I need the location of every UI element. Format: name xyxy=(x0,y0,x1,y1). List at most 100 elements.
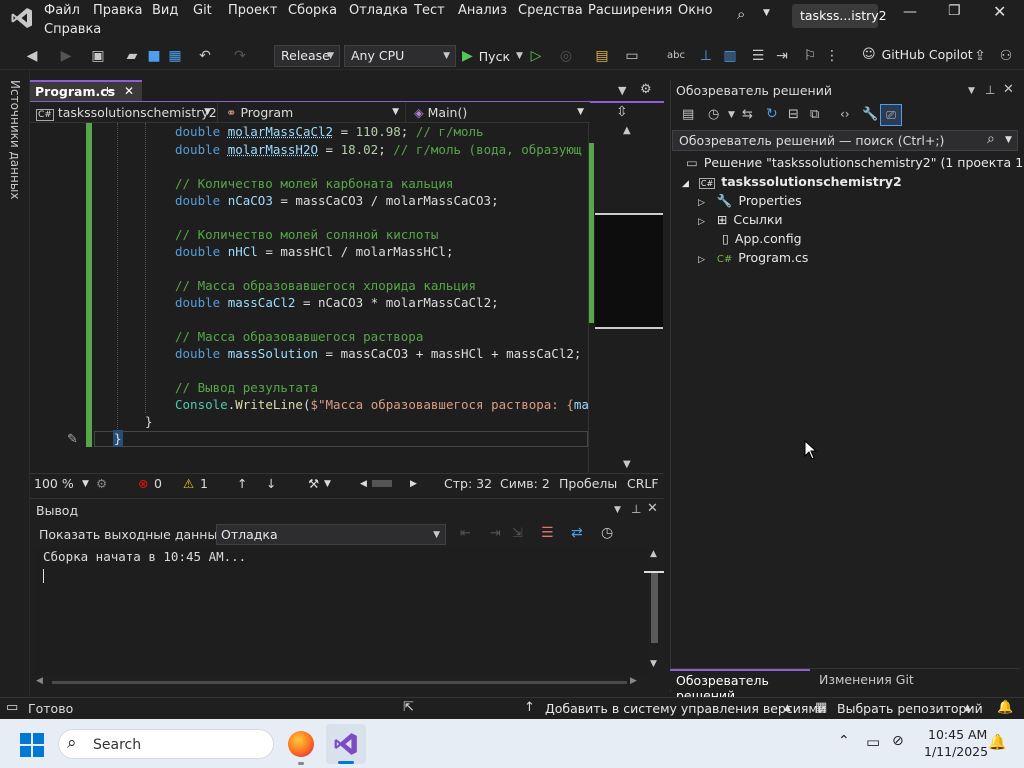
menu-project[interactable]: Проект xyxy=(228,3,277,18)
code-line-3[interactable]: double nCaCO3 = massCaCO3 / molarMassCaC… xyxy=(175,192,499,209)
save-icon[interactable]: ■ xyxy=(144,46,164,66)
code-line-6[interactable]: double massSolution = massCaCO3 + massHC… xyxy=(175,345,581,362)
code-line-5[interactable]: double massCaCl2 = nCaCO3 * molarMassCaC… xyxy=(175,294,499,311)
indentation-mode[interactable]: Пробелы xyxy=(559,476,617,491)
minimap-scrollbar[interactable]: ▲ ▼ xyxy=(588,123,664,473)
code-line-comment-5[interactable]: // Вывод результата xyxy=(175,379,318,396)
close-tab-icon[interactable]: ✕ xyxy=(124,82,134,101)
tree-solution[interactable]: ▭ Решение "taskssolutionschemistry2" (1 п… xyxy=(686,155,1024,170)
data-sources-tab[interactable]: Источники данных xyxy=(8,80,22,199)
nav-class-select[interactable]: ⚭ Program ▼ xyxy=(220,103,406,122)
chevron-up-icon[interactable]: ▲ xyxy=(964,703,971,713)
github-copilot-button[interactable]: ☺ GitHub Copilot xyxy=(862,47,973,62)
taskbar-visual-studio-button[interactable] xyxy=(326,724,366,764)
code-line-brace-1[interactable]: } xyxy=(145,413,153,430)
tab-solution-explorer[interactable]: Обозреватель решений xyxy=(670,669,810,703)
error-icon[interactable]: ⊗ xyxy=(138,476,148,491)
code-line-comment-3[interactable]: // Масса образовавшегося хлорида кальция xyxy=(175,277,476,294)
search-icon[interactable]: ⌕ xyxy=(737,5,745,23)
open-folder-icon[interactable]: ▰ xyxy=(122,46,142,66)
tree-item-properties[interactable]: ▷ 🔧 Properties xyxy=(698,193,802,209)
code-line-comment-4[interactable]: // Масса образовавшегося раствора xyxy=(175,328,423,345)
scroll-down-icon[interactable]: ▼ xyxy=(623,459,631,470)
more-icon[interactable]: ⋮ xyxy=(822,46,842,66)
windows-start-icon[interactable] xyxy=(20,733,44,757)
menu-test[interactable]: Тест xyxy=(414,3,445,18)
forward-icon[interactable]: ▶ xyxy=(56,46,76,66)
cleanup-icon[interactable]: ⚒ xyxy=(308,476,319,491)
code-line-brace-2[interactable]: } xyxy=(113,430,123,447)
tree-item-appconfig[interactable]: ▯ App.config xyxy=(722,231,802,246)
spellcheck-icon[interactable]: abc xyxy=(666,46,686,66)
scroll-right-icon[interactable]: ▶ xyxy=(630,676,637,686)
menu-analyze[interactable]: Анализ xyxy=(458,3,507,18)
undo-icon[interactable]: ↶ xyxy=(195,46,215,66)
configuration-select[interactable]: Release ▼ xyxy=(274,45,340,67)
taskbar-search-box[interactable]: ⌕ Search xyxy=(58,729,274,759)
menu-tools[interactable]: Средства xyxy=(518,3,583,18)
code-line-2[interactable]: double molarMassH2O = 18.02; // г/моль (… xyxy=(175,141,581,158)
find-next-icon[interactable]: ⇥ xyxy=(490,526,501,541)
chevron-down-icon[interactable]: ▼ xyxy=(1005,135,1012,145)
columns-icon[interactable]: ▥ xyxy=(720,46,740,66)
timestamp-icon[interactable]: ◷ xyxy=(601,525,613,541)
select-repository-button[interactable]: Выбрать репозиторий xyxy=(837,701,983,716)
menu-build[interactable]: Сборка xyxy=(288,3,337,18)
pin-icon[interactable]: ⊢ xyxy=(106,82,115,101)
sync-icon[interactable]: ▤ xyxy=(682,107,694,122)
minimap-viewport[interactable] xyxy=(595,213,663,329)
collapse-icon[interactable]: ⊟ xyxy=(788,107,799,122)
warning-icon[interactable]: ⚠ xyxy=(183,476,194,491)
format-icon[interactable]: ☰ xyxy=(748,46,768,66)
line-number[interactable]: Стр: 32 xyxy=(444,476,492,491)
code-line-7[interactable]: Console.WriteLine($"Масса образовавшегос… xyxy=(175,396,589,413)
new-project-icon[interactable]: ▣ xyxy=(88,46,108,66)
visual-studio-logo-icon[interactable] xyxy=(10,6,34,30)
network-icon[interactable]: ⊘ xyxy=(892,733,904,749)
chevron-down-icon[interactable]: ▼ xyxy=(82,479,89,489)
tab-dropdown-icon[interactable]: ▼ xyxy=(618,84,626,97)
indent-icon[interactable]: ⇥ xyxy=(772,46,792,66)
scroll-down-icon[interactable]: ▼ xyxy=(650,659,657,669)
solution-search-box[interactable]: Обозреватель решений — поиск (Ctrl+;) ⌕ … xyxy=(672,130,1018,151)
menu-git[interactable]: Git xyxy=(193,3,212,18)
menu-file[interactable]: Файл xyxy=(44,3,80,18)
notification-bell-icon[interactable]: 🔔 xyxy=(988,733,1007,751)
upload-arrow-icon[interactable]: ↑ xyxy=(524,700,535,715)
brush-icon[interactable]: ✎ xyxy=(67,432,78,447)
scroll-left-icon[interactable]: ◀ xyxy=(360,479,367,489)
scroll-right-icon[interactable]: ▶ xyxy=(410,479,417,489)
account-icon[interactable]: ⚇ xyxy=(996,46,1016,66)
clear-all-icon[interactable]: ☰ xyxy=(541,525,554,541)
code-line-comment-1[interactable]: // Количество молей карбоната кальция xyxy=(175,175,453,192)
vertical-scroll-thumb[interactable] xyxy=(651,571,658,643)
pin-icon[interactable]: ⊥ xyxy=(631,502,641,516)
panel-dropdown-icon[interactable]: ▼ xyxy=(968,86,975,96)
output-source-select[interactable]: Отладка ▼ xyxy=(216,524,446,545)
code-line-1[interactable]: double molarMassCaCl2 = 110.98; // г/мол… xyxy=(175,123,484,140)
settings-icon[interactable]: ⚙ xyxy=(640,82,652,97)
align-icon[interactable]: ⊥ xyxy=(696,46,716,66)
word-wrap-icon[interactable]: ⇄ xyxy=(571,525,583,541)
find-prev-icon[interactable]: ⇤ xyxy=(460,526,471,541)
code-line-4[interactable]: double nHCl = massHCl / molarMassHCl; xyxy=(175,243,453,260)
tab-program-cs[interactable]: Program.cs ⊢ ✕ xyxy=(30,80,142,102)
tab-git-changes[interactable]: Изменения Git xyxy=(819,672,914,687)
menu-extensions[interactable]: Расширения xyxy=(588,3,672,18)
nav-member-select[interactable]: ◈ Main() ▼ xyxy=(408,103,590,122)
hot-reload-icon[interactable]: ◎ xyxy=(556,46,576,66)
save-all-icon[interactable]: ▦ xyxy=(165,46,185,66)
history-icon[interactable]: ◷ xyxy=(708,107,719,122)
clock-time[interactable]: 10:45 AM xyxy=(928,727,987,742)
minimize-icon[interactable]: — xyxy=(903,4,917,20)
bookmark-icon[interactable]: ⚐ xyxy=(800,46,820,66)
column-number[interactable]: Симв: 2 xyxy=(500,476,550,491)
menu-view[interactable]: Вид xyxy=(152,3,178,18)
clock-date[interactable]: 1/11/2025 xyxy=(924,744,988,759)
properties-wrench-icon[interactable]: 🔧 xyxy=(862,107,878,122)
error-count[interactable]: 0 xyxy=(154,476,162,491)
search-dropdown-icon[interactable]: ▼ xyxy=(763,8,770,18)
zoom-level[interactable]: 100 % xyxy=(34,476,74,491)
menu-window[interactable]: Окно xyxy=(678,3,713,18)
close-icon[interactable]: ✕ xyxy=(993,2,1006,21)
